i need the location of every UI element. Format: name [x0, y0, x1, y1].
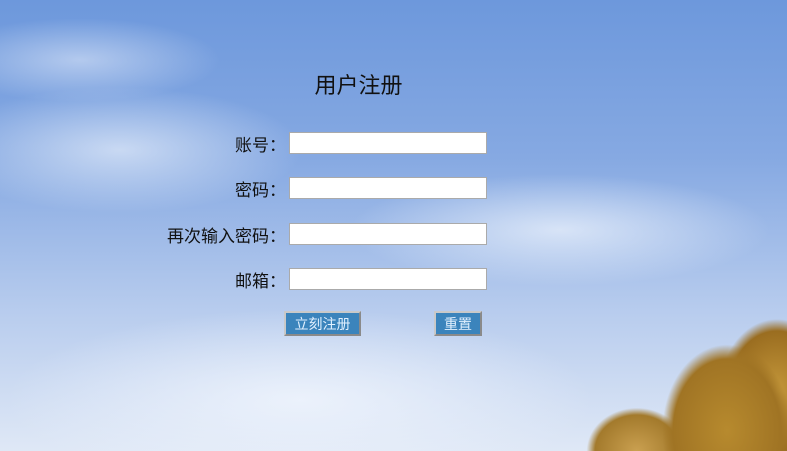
account-row: 账号：: [140, 131, 487, 156]
background-trees: [487, 281, 787, 451]
confirm-password-row: 再次输入密码：: [140, 222, 487, 247]
password-input[interactable]: [289, 177, 487, 199]
email-input[interactable]: [289, 268, 487, 290]
confirm-password-label: 再次输入密码：: [167, 226, 286, 247]
account-label: 账号：: [235, 135, 286, 156]
page-title: 用户注册: [314, 74, 403, 99]
email-row: 邮箱：: [140, 267, 487, 292]
password-row: 密码：: [140, 176, 487, 201]
register-button[interactable]: 立刻注册: [284, 311, 361, 336]
confirm-password-input[interactable]: [289, 223, 487, 245]
account-input[interactable]: [289, 132, 487, 154]
password-label: 密码：: [235, 180, 286, 201]
reset-button[interactable]: 重置: [434, 311, 482, 336]
email-label: 邮箱：: [235, 271, 286, 292]
